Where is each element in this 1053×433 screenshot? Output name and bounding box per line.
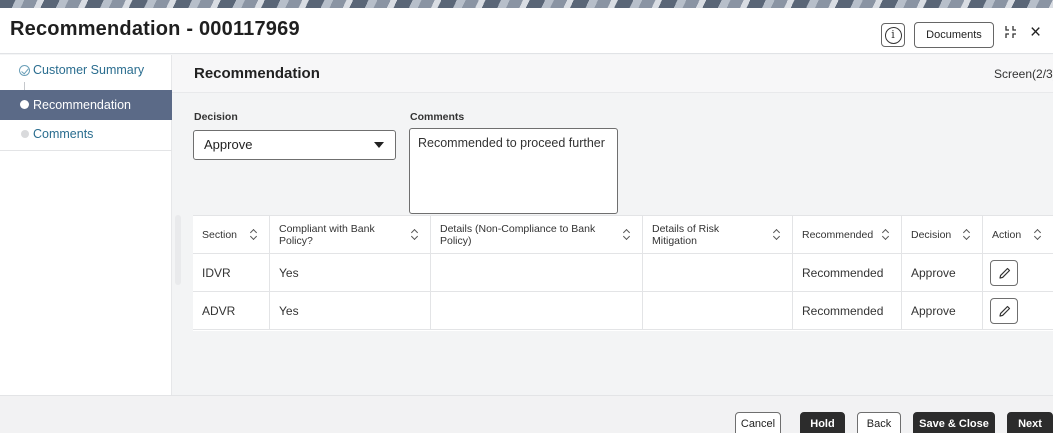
- page-title: Recommendation - 000117969: [10, 18, 300, 40]
- next-button[interactable]: Next: [1007, 412, 1053, 433]
- table-cell: [431, 292, 643, 330]
- column-header-label: Decision: [911, 228, 952, 241]
- dropdown-caret-icon: [374, 142, 384, 148]
- edit-row-button[interactable]: [990, 298, 1018, 324]
- table-scroll-handle[interactable]: [175, 215, 181, 285]
- close-window-icon[interactable]: ×: [1030, 21, 1041, 45]
- table-cell: [431, 254, 643, 292]
- table-cell-action: [983, 254, 1053, 292]
- table-cell: IDVR: [193, 254, 270, 292]
- sidebar-item-label: Recommendation: [33, 98, 131, 112]
- table-cell: Approve: [902, 292, 983, 330]
- header-decorative-strip: [0, 0, 1053, 8]
- column-header-label: Details (Non-Compliance to Bank Policy): [440, 222, 596, 247]
- table-cell-action: [983, 292, 1053, 330]
- table-cell: Recommended: [793, 292, 902, 330]
- table-cell: Approve: [902, 254, 983, 292]
- recommendation-table: Section Compliant with Bank Policy? Deta…: [193, 215, 1053, 331]
- column-header-action[interactable]: Action: [983, 216, 1053, 254]
- column-header-label: Details of Risk Mitigation: [652, 222, 720, 247]
- sidebar-item-label: Customer Summary: [33, 63, 145, 77]
- cancel-button[interactable]: Cancel: [735, 412, 781, 433]
- comments-textarea[interactable]: Recommended to proceed further: [409, 128, 618, 214]
- table-cell: [643, 254, 793, 292]
- sidebar-item-recommendation[interactable]: Recommendation: [0, 90, 172, 120]
- column-header-recommended[interactable]: Recommended: [793, 216, 902, 254]
- sort-icon[interactable]: [773, 229, 780, 241]
- sort-icon[interactable]: [250, 229, 257, 241]
- edit-row-button[interactable]: [990, 260, 1018, 286]
- info-button[interactable]: i: [881, 23, 905, 47]
- sidebar-item-label: Comments: [33, 127, 94, 141]
- column-header-label: Section: [202, 228, 238, 241]
- decision-select-value: Approve: [204, 137, 253, 152]
- sidebar: Customer Summary Recommendation Comments: [0, 55, 172, 433]
- pencil-icon: [999, 305, 1011, 317]
- table-cell: ADVR: [193, 292, 270, 330]
- save-and-close-button[interactable]: Save & Close: [913, 412, 995, 433]
- table-cell: Yes: [270, 292, 431, 330]
- back-button[interactable]: Back: [857, 412, 901, 433]
- column-header-label: Compliant with Bank Policy?: [279, 222, 375, 247]
- sort-icon[interactable]: [411, 229, 418, 241]
- section-title: Recommendation: [194, 65, 320, 82]
- sidebar-item-comments[interactable]: Comments: [0, 119, 172, 151]
- column-header-label: Action: [992, 228, 1022, 241]
- screen-indicator: Screen(2/3): [994, 67, 1053, 81]
- decision-select[interactable]: Approve: [193, 130, 396, 160]
- column-header-non-compliance-details[interactable]: Details (Non-Compliance to Bank Policy): [431, 216, 643, 254]
- pending-step-icon: [21, 130, 29, 138]
- column-header-label: Recommended: [802, 228, 874, 241]
- info-icon: i: [884, 26, 902, 44]
- minimize-window-icon[interactable]: [1004, 25, 1018, 43]
- footer-actions: Cancel Hold Back Save & Close Next: [0, 395, 1053, 433]
- sort-icon[interactable]: [882, 229, 889, 241]
- column-header-section[interactable]: Section: [193, 216, 270, 254]
- sort-icon[interactable]: [963, 229, 970, 241]
- sort-icon[interactable]: [623, 229, 630, 241]
- column-header-risk-mitigation[interactable]: Details of Risk Mitigation: [643, 216, 793, 254]
- main-content: Recommendation Screen(2/3) Decision Appr…: [172, 55, 1053, 395]
- window-header: Recommendation - 000117969 i Documents ×: [0, 8, 1053, 54]
- table-cell: Recommended: [793, 254, 902, 292]
- hold-button[interactable]: Hold: [800, 412, 845, 433]
- sidebar-item-customer-summary[interactable]: Customer Summary: [0, 56, 172, 85]
- pencil-icon: [999, 267, 1011, 279]
- sort-icon[interactable]: [1034, 229, 1041, 241]
- column-header-decision[interactable]: Decision: [902, 216, 983, 254]
- decision-label: Decision: [194, 111, 238, 123]
- completed-check-icon: [19, 65, 30, 76]
- table-cell: Yes: [270, 254, 431, 292]
- active-step-icon: [20, 100, 29, 109]
- comments-label: Comments: [410, 111, 465, 123]
- column-header-compliant[interactable]: Compliant with Bank Policy?: [270, 216, 431, 254]
- table-cell: [643, 292, 793, 330]
- section-header: Recommendation Screen(2/3): [172, 55, 1053, 93]
- documents-button[interactable]: Documents: [914, 22, 994, 48]
